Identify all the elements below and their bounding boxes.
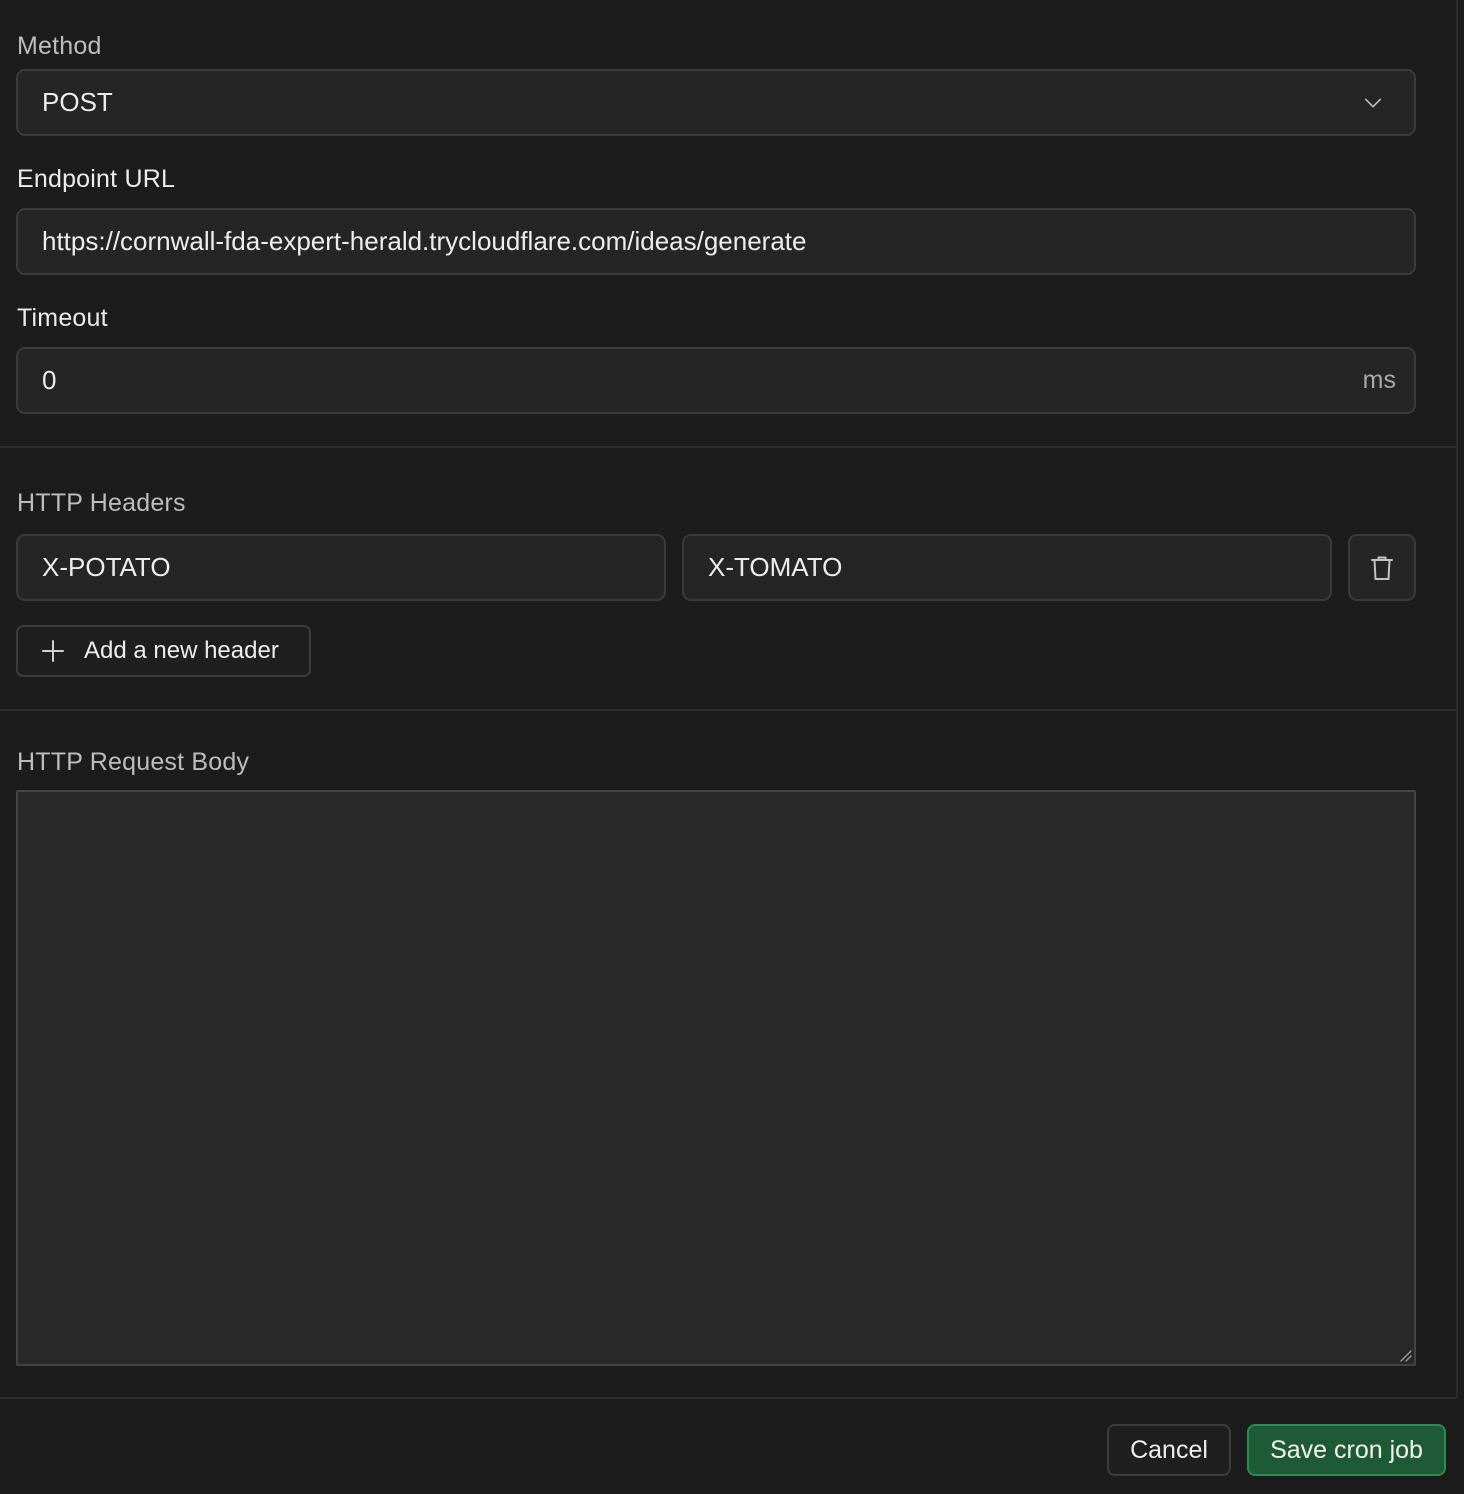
save-label: Save cron job [1270, 1435, 1423, 1464]
header-key-input[interactable]: X-POTATO [16, 534, 666, 601]
timeout-input[interactable]: 0 ms [16, 347, 1416, 414]
method-select[interactable]: POST [16, 69, 1416, 136]
delete-header-button[interactable] [1348, 534, 1416, 601]
scroll-edge [1456, 0, 1458, 1398]
http-headers-label: HTTP Headers [17, 489, 186, 517]
endpoint-url-value: https://cornwall-fda-expert-herald.trycl… [42, 226, 807, 256]
header-value-input[interactable]: X-TOMATO [682, 534, 1332, 601]
cancel-button[interactable]: Cancel [1107, 1424, 1231, 1476]
endpoint-url-label: Endpoint URL [17, 165, 176, 193]
timeout-value: 0 [42, 365, 57, 395]
header-key-value: X-POTATO [42, 552, 171, 582]
cron-job-form: Method POST Endpoint URL https://cornwal… [0, 0, 1464, 1494]
section-divider [0, 709, 1456, 711]
method-value: POST [42, 87, 113, 117]
timeout-unit: ms [1362, 366, 1396, 394]
resize-grip-icon[interactable] [1398, 1348, 1412, 1362]
cancel-label: Cancel [1130, 1435, 1208, 1464]
header-value-value: X-TOMATO [708, 552, 843, 582]
add-header-button[interactable]: Add a new header [16, 625, 311, 677]
add-header-label: Add a new header [84, 637, 279, 664]
method-label: Method [17, 32, 102, 60]
footer-divider [0, 1397, 1456, 1399]
request-body-label: HTTP Request Body [17, 748, 250, 776]
section-divider [0, 446, 1456, 448]
request-body-textarea[interactable] [16, 790, 1416, 1366]
plus-icon [42, 640, 64, 662]
endpoint-url-input[interactable]: https://cornwall-fda-expert-herald.trycl… [16, 208, 1416, 275]
trash-icon [1371, 556, 1393, 580]
chevron-down-icon [1364, 98, 1382, 107]
timeout-label: Timeout [17, 304, 108, 332]
save-cron-job-button[interactable]: Save cron job [1247, 1424, 1446, 1476]
